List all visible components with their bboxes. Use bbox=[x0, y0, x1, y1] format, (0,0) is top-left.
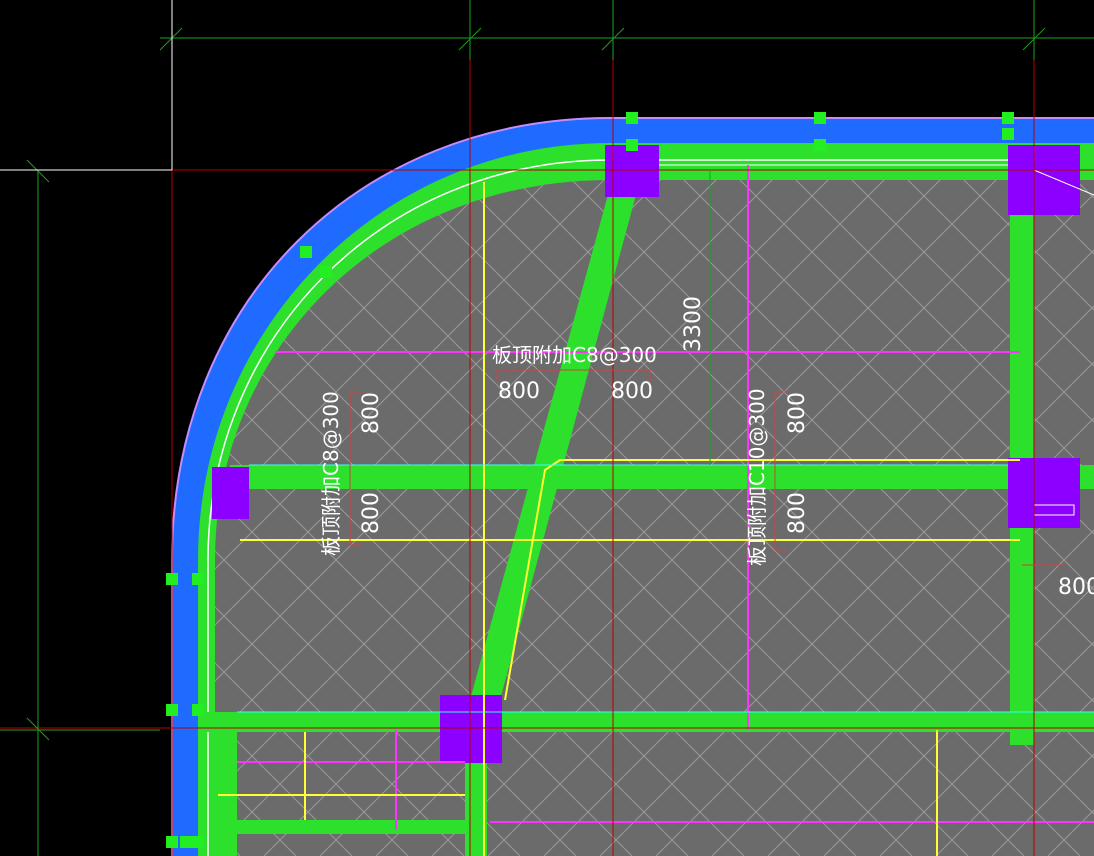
grip-point bbox=[814, 139, 826, 151]
rebar-label-mid: 板顶附加C10@300 bbox=[745, 388, 769, 566]
beam-horizontal-mid bbox=[230, 465, 1094, 489]
grip-point bbox=[320, 266, 332, 278]
dim-800-left-upper: 800 bbox=[359, 392, 384, 434]
grip-point bbox=[180, 836, 192, 848]
cad-floor-plan-canvas[interactable]: 板顶附加C8@300 板顶附加C8@300 板顶附加C10@300 3300 8… bbox=[0, 0, 1094, 856]
grip-point bbox=[166, 573, 178, 585]
dim-800-mid-lower: 800 bbox=[785, 492, 810, 534]
rebar-label-left: 板顶附加C8@300 bbox=[319, 391, 343, 556]
column-top-right bbox=[1008, 145, 1080, 215]
grip-point bbox=[166, 836, 178, 848]
dim-800-top-right: 800 bbox=[611, 379, 653, 404]
grip-point bbox=[626, 112, 638, 124]
dim-800-left-lower: 800 bbox=[359, 492, 384, 534]
grip-point bbox=[192, 836, 204, 848]
grip-point bbox=[166, 704, 178, 716]
grip-point bbox=[192, 573, 204, 585]
column-left bbox=[212, 467, 249, 519]
grip-point bbox=[1002, 128, 1014, 140]
grip-point bbox=[814, 112, 826, 124]
rebar-label-top: 板顶附加C8@300 bbox=[492, 343, 657, 367]
dim-800-mid-upper: 800 bbox=[785, 392, 810, 434]
dim-800-right: 800 bbox=[1058, 575, 1094, 600]
grip-point bbox=[192, 704, 204, 716]
column-right-mid bbox=[1008, 458, 1080, 528]
dim-3300: 3300 bbox=[681, 296, 706, 352]
grip-point bbox=[300, 246, 312, 258]
column-lower bbox=[440, 695, 502, 763]
beam-horizontal-lower bbox=[205, 712, 1094, 732]
grip-point bbox=[626, 139, 638, 151]
grip-point bbox=[1002, 112, 1014, 124]
lower-slab-hatch bbox=[500, 745, 1094, 856]
lower-beam-strip bbox=[215, 820, 480, 834]
dim-800-top-left: 800 bbox=[498, 379, 540, 404]
